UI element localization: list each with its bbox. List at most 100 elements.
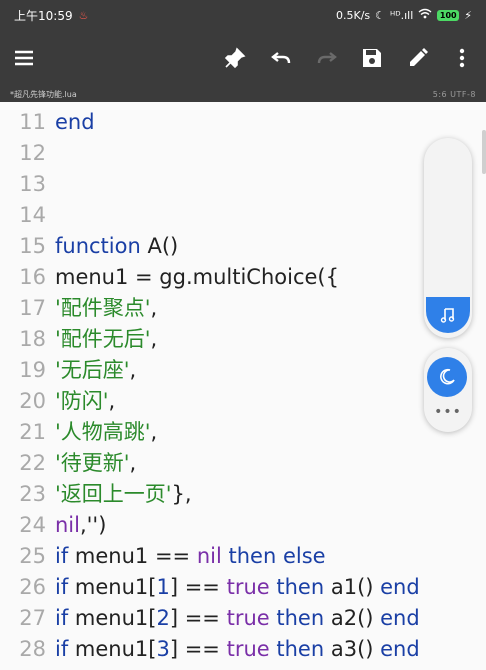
code-text: '配件无后', [55,324,157,355]
moon-status-icon: ☾ [375,8,386,22]
code-token: a2() [324,606,381,630]
code-line[interactable]: 26 if menu1[1] == true then a1() end [0,572,486,603]
code-line[interactable]: 11 end [0,107,486,138]
code-token: end [380,575,420,599]
code-token: then [276,606,325,630]
more-dots-button[interactable]: ••• [430,402,466,422]
line-number: 11 [19,110,46,134]
line-number: 25 [19,544,46,568]
undo-icon[interactable] [259,30,303,86]
code-line[interactable]: 18 '配件无后', [0,324,486,355]
code-line[interactable]: 15 function A() [0,231,486,262]
music-note-icon [440,308,455,323]
code-line[interactable]: 24 nil,'') [0,510,486,541]
night-mode-button[interactable] [427,357,467,397]
code-text: if menu1 == nil then else [55,541,326,572]
code-line[interactable]: 21 '人物高跳', [0,417,486,448]
code-token: true [226,637,270,661]
code-text: menu1 = gg.multiChoice({ [55,262,339,293]
redo-icon[interactable] [305,30,349,86]
scrollbar[interactable] [482,130,486,174]
code-token: if [55,544,69,568]
code-token: , [150,296,158,320]
line-number: 15 [19,234,46,258]
code-line[interactable]: 12 [0,138,486,169]
code-token: '人物高跳' [55,420,151,444]
code-text: if menu1[1] == true then a1() end [55,572,420,603]
code-line[interactable]: 20 '防闪', [0,386,486,417]
code-text: '防闪', [55,386,115,417]
line-number: 16 [19,265,46,289]
code-token: menu1[ [68,575,157,599]
battery-icon: 100 [437,9,460,21]
code-token: a1() [324,575,381,599]
menu-icon[interactable] [2,30,46,86]
code-text: end [55,107,95,138]
code-token: , [129,451,137,475]
line-number: 28 [19,637,46,661]
code-token: end [380,637,420,661]
code-token: '无后座' [55,358,130,382]
line-number: 21 [19,420,46,444]
code-text: '无后座', [55,355,136,386]
line-number: 14 [19,203,46,227]
status-right: 0.5K/s ☾ ᴴᴰ.ıll 100 ⚡ [336,8,472,22]
code-token: 1 [156,575,170,599]
line-number: 20 [19,389,46,413]
code-line[interactable]: 28 if menu1[3] == true then a3() end [0,634,486,665]
line-number: 12 [19,141,46,165]
code-token: true [226,575,270,599]
code-token: 3 [156,637,170,661]
signal-icon: ᴴᴰ.ıll [390,8,414,22]
line-number: 27 [19,606,46,630]
more-icon[interactable] [440,30,484,86]
code-editor[interactable]: 11 end 12 13 14 15 function A() 16 menu1 = gg.mu… [0,102,486,670]
code-token: ,'') [79,513,107,537]
code-text: if menu1[2] == true then a2() end [55,603,420,634]
code-token: end [380,606,420,630]
code-token: '配件无后' [55,327,151,351]
code-token: true [226,606,270,630]
code-line[interactable]: 23 '返回上一页'}, [0,479,486,510]
status-time: 上午10:59 [14,8,73,23]
save-icon[interactable] [350,30,394,86]
code-line[interactable]: 29 if menu1[4] == true then a4() end [0,665,486,670]
alarm-icon: ♨ [78,8,89,22]
line-number: 19 [19,358,46,382]
line-number: 22 [19,451,46,475]
code-line[interactable]: 16 menu1 = gg.multiChoice({ [0,262,486,293]
code-line[interactable]: 25 if menu1 == nil then else [0,541,486,572]
code-token: nil [196,544,222,568]
code-line[interactable]: 13 [0,169,486,200]
code-token: if [55,637,69,661]
code-token: menu1[ [68,606,157,630]
code-line[interactable]: 17 '配件聚点', [0,293,486,324]
edit-icon[interactable] [396,30,440,86]
code-text: '待更新', [55,448,136,479]
moon-icon [440,368,455,385]
code-line[interactable]: 27 if menu1[2] == true then a2() end [0,603,486,634]
code-token: , [108,389,116,413]
code-token: then [228,544,277,568]
code-token: ] == [169,637,227,661]
code-token: '防闪' [55,389,109,413]
code-token: , [150,420,158,444]
code-text: nil,'') [55,510,106,541]
code-token: }, [171,482,192,506]
code-text: '人物高跳', [55,417,157,448]
code-token: then [276,575,325,599]
toolbar [0,30,486,86]
line-number: 17 [19,296,46,320]
code-line[interactable]: 22 '待更新', [0,448,486,479]
code-token: menu1 == [68,544,197,568]
code-token: function [55,234,141,258]
code-token: menu1[ [68,637,157,661]
code-token: ] == [169,606,227,630]
code-line[interactable]: 19 '无后座', [0,355,486,386]
code-token: if [55,606,69,630]
line-number: 24 [19,513,46,537]
line-number: 26 [19,575,46,599]
code-token: then [276,637,325,661]
pin-icon[interactable] [213,30,257,86]
code-line[interactable]: 14 [0,200,486,231]
